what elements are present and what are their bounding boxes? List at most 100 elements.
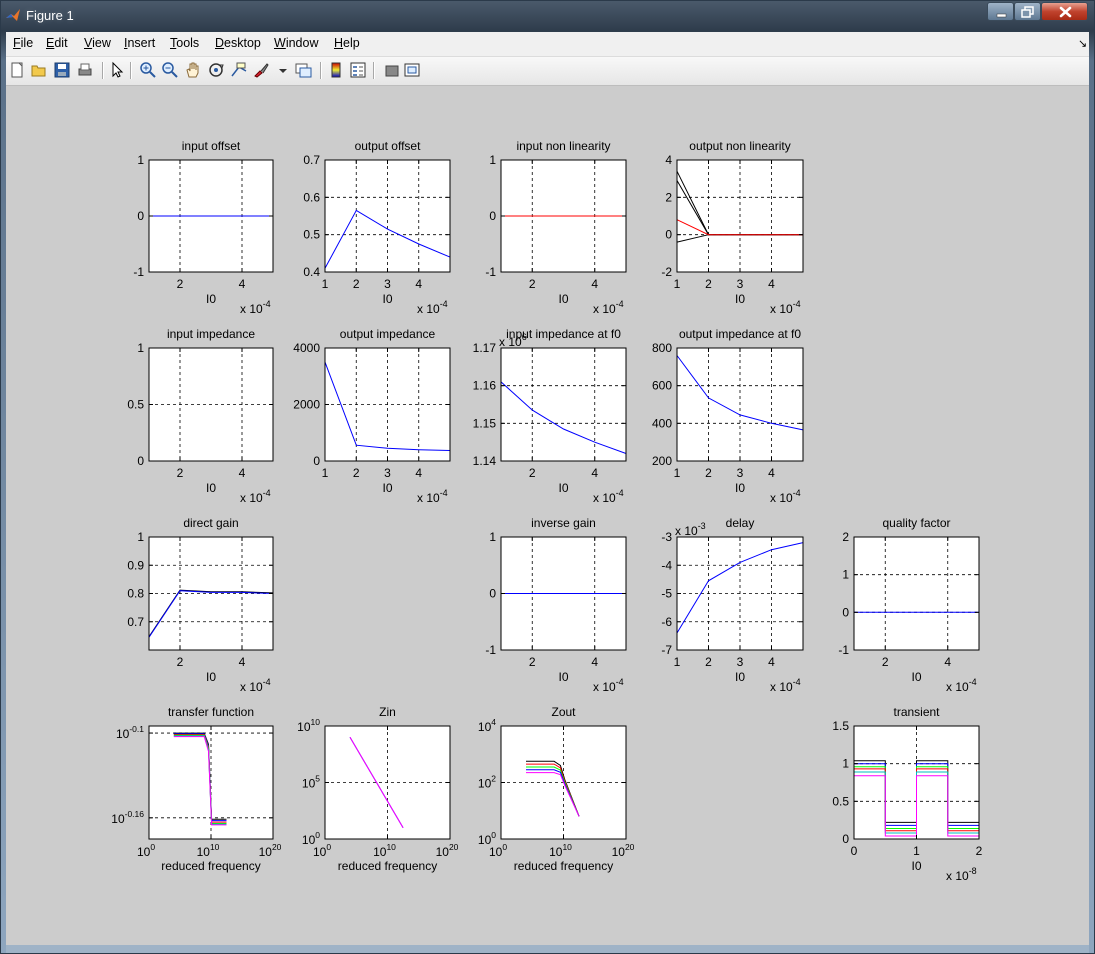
y-tick-label: 0.5	[303, 228, 320, 242]
y-tick-label: -3	[661, 530, 672, 544]
subplot-delay: 1 2 3 4-7-6-5-4-3delayI0x 10-4x 10-3	[661, 516, 804, 694]
show-plot-tools-button[interactable]	[403, 61, 421, 79]
y-tick-label: 0.9	[127, 558, 144, 572]
y-tick-label: 1	[842, 568, 849, 582]
print-button[interactable]	[76, 61, 94, 79]
x-tick-label: 4	[591, 277, 598, 291]
subplot-input-impedance-at-f0: 2 41.141.151.161.17input impedance at f0I…	[473, 327, 627, 505]
figure-window: Figure 1 File Edit View Insert Tools Desktop W…	[0, 0, 1095, 954]
menu-tools[interactable]: Tools	[170, 36, 199, 50]
title-bar[interactable]: Figure 1	[1, 1, 1094, 31]
x-tick-label: 1	[913, 844, 920, 858]
subplot-direct-gain: 2 4 0.7 0.8 0.9 1 direct gain I0 x 10-4	[127, 516, 274, 694]
menu-mnemonic: D	[215, 36, 225, 50]
toolbar-separator	[130, 62, 132, 79]
x-tick-label: 4	[944, 655, 951, 669]
x-exponent-label: x 10-4	[770, 299, 801, 316]
x-tick-label: 3	[737, 277, 744, 291]
maximize-button[interactable]	[1014, 2, 1041, 21]
y-tick-label: -1	[485, 265, 496, 279]
x-tick-label: 4	[591, 466, 598, 480]
x-tick-label: 3	[737, 655, 744, 669]
pan-button[interactable]	[184, 61, 202, 79]
x-tick-label: 1020	[612, 842, 635, 859]
x-axis-label: I0	[735, 670, 745, 684]
tick-base: 10	[116, 727, 130, 741]
brush-menu-button[interactable]	[274, 61, 287, 79]
subplot-output-impedance: 1 2 3 4 0 2000 4000 output impedance I0 x 10-4	[293, 327, 451, 505]
menu-help[interactable]: Help	[334, 36, 360, 50]
legend-icon	[350, 62, 366, 78]
tick-exponent: 10	[386, 842, 396, 852]
menu-edit[interactable]: Edit	[46, 36, 68, 50]
close-button[interactable]	[1041, 2, 1088, 21]
tick-exponent: 2	[491, 774, 496, 784]
subplot-transient: 0 1 2 0 0.5 1 1.5 transient I0 x 10-8	[832, 705, 982, 883]
y-tick-label: 10-0.1	[116, 724, 144, 741]
zoom-in-icon	[140, 62, 156, 78]
exponent-base: x 10	[593, 302, 616, 316]
open-file-button[interactable]	[30, 61, 48, 79]
x-tick-label: 0	[851, 844, 858, 858]
subplot-output-non-linearity: 1 2 3 4 -2 0 2 4 output non linearity I0 x 10-4	[661, 139, 804, 316]
y-tick-label: 10-0.16	[111, 809, 144, 826]
x-tick-label: 1020	[436, 842, 459, 859]
print-icon	[78, 63, 92, 76]
exponent-base: x 10	[675, 524, 698, 538]
y-tick-label: 400	[652, 416, 672, 430]
dock-arrow-icon[interactable]: ↘	[1078, 37, 1087, 50]
brush-button[interactable]	[252, 61, 270, 79]
menu-insert[interactable]: Insert	[124, 36, 155, 50]
maximize-icon	[1021, 6, 1034, 18]
rotate-3d-button[interactable]	[207, 61, 225, 79]
tick-base: 10	[549, 845, 563, 859]
y-tick-label: 800	[652, 341, 672, 355]
toolbar-separator	[373, 62, 375, 79]
y-tick-label: 0.6	[303, 190, 320, 204]
exponent-base: x 10	[770, 302, 793, 316]
subplot-inverse-gain: 2 4 -1 0 1 inverse gain I0 x 10-4	[485, 516, 627, 694]
menu-mnemonic: W	[274, 36, 286, 50]
link-plot-button[interactable]	[294, 61, 312, 79]
minimize-button[interactable]	[987, 2, 1014, 21]
menu-window[interactable]: Window	[274, 36, 318, 50]
menu-label-rest: ools	[176, 36, 200, 50]
x-tick-label: 1010	[549, 842, 572, 859]
edit-plot-button[interactable]	[108, 61, 126, 79]
menu-label-rest: esktop	[224, 36, 261, 50]
x-exponent-label: x 10-4	[593, 488, 624, 505]
save-button[interactable]	[53, 61, 71, 79]
rotate-3d-icon	[209, 63, 224, 77]
exponent-power: -4	[440, 299, 448, 309]
x-exponent-label: x 10-4	[240, 488, 271, 505]
x-tick-label: 4	[415, 277, 422, 291]
x-tick-label: 2	[882, 655, 889, 669]
zoom-in-button[interactable]	[139, 61, 157, 79]
x-tick-label: 4	[768, 466, 775, 480]
y-tick-label: 1	[489, 530, 496, 544]
x-exponent-label: x 10-4	[240, 299, 271, 316]
new-figure-button[interactable]	[8, 61, 26, 79]
exponent-base: x 10	[417, 491, 440, 505]
subplot-zout: 100 1010 1020100102104Zoutreduced frequenc…	[478, 705, 635, 873]
tick-exponent: 0	[326, 842, 331, 852]
show-plot-tools-icon	[404, 63, 420, 77]
x-tick-label: 2	[705, 655, 712, 669]
axes-title: input non linearity	[516, 139, 610, 153]
colorbar-icon	[331, 62, 341, 78]
hide-plot-tools-button[interactable]	[383, 61, 401, 79]
zoom-out-button[interactable]	[161, 61, 179, 79]
x-axis-label: I0	[911, 859, 921, 873]
axes-title: output impedance	[340, 327, 436, 341]
y-tick-label: -4	[661, 558, 672, 572]
exponent-power: -4	[793, 299, 801, 309]
menu-desktop[interactable]: Desktop	[215, 36, 261, 50]
tick-base: 10	[302, 777, 316, 791]
menu-view[interactable]: View	[84, 36, 111, 50]
legend-button[interactable]	[349, 61, 367, 79]
y-exponent-label: x 10-3	[675, 521, 706, 538]
menu-label-rest: indow	[285, 36, 319, 50]
data-cursor-button[interactable]	[230, 61, 248, 79]
menu-file[interactable]: File	[13, 36, 33, 50]
colorbar-button[interactable]	[327, 61, 345, 79]
